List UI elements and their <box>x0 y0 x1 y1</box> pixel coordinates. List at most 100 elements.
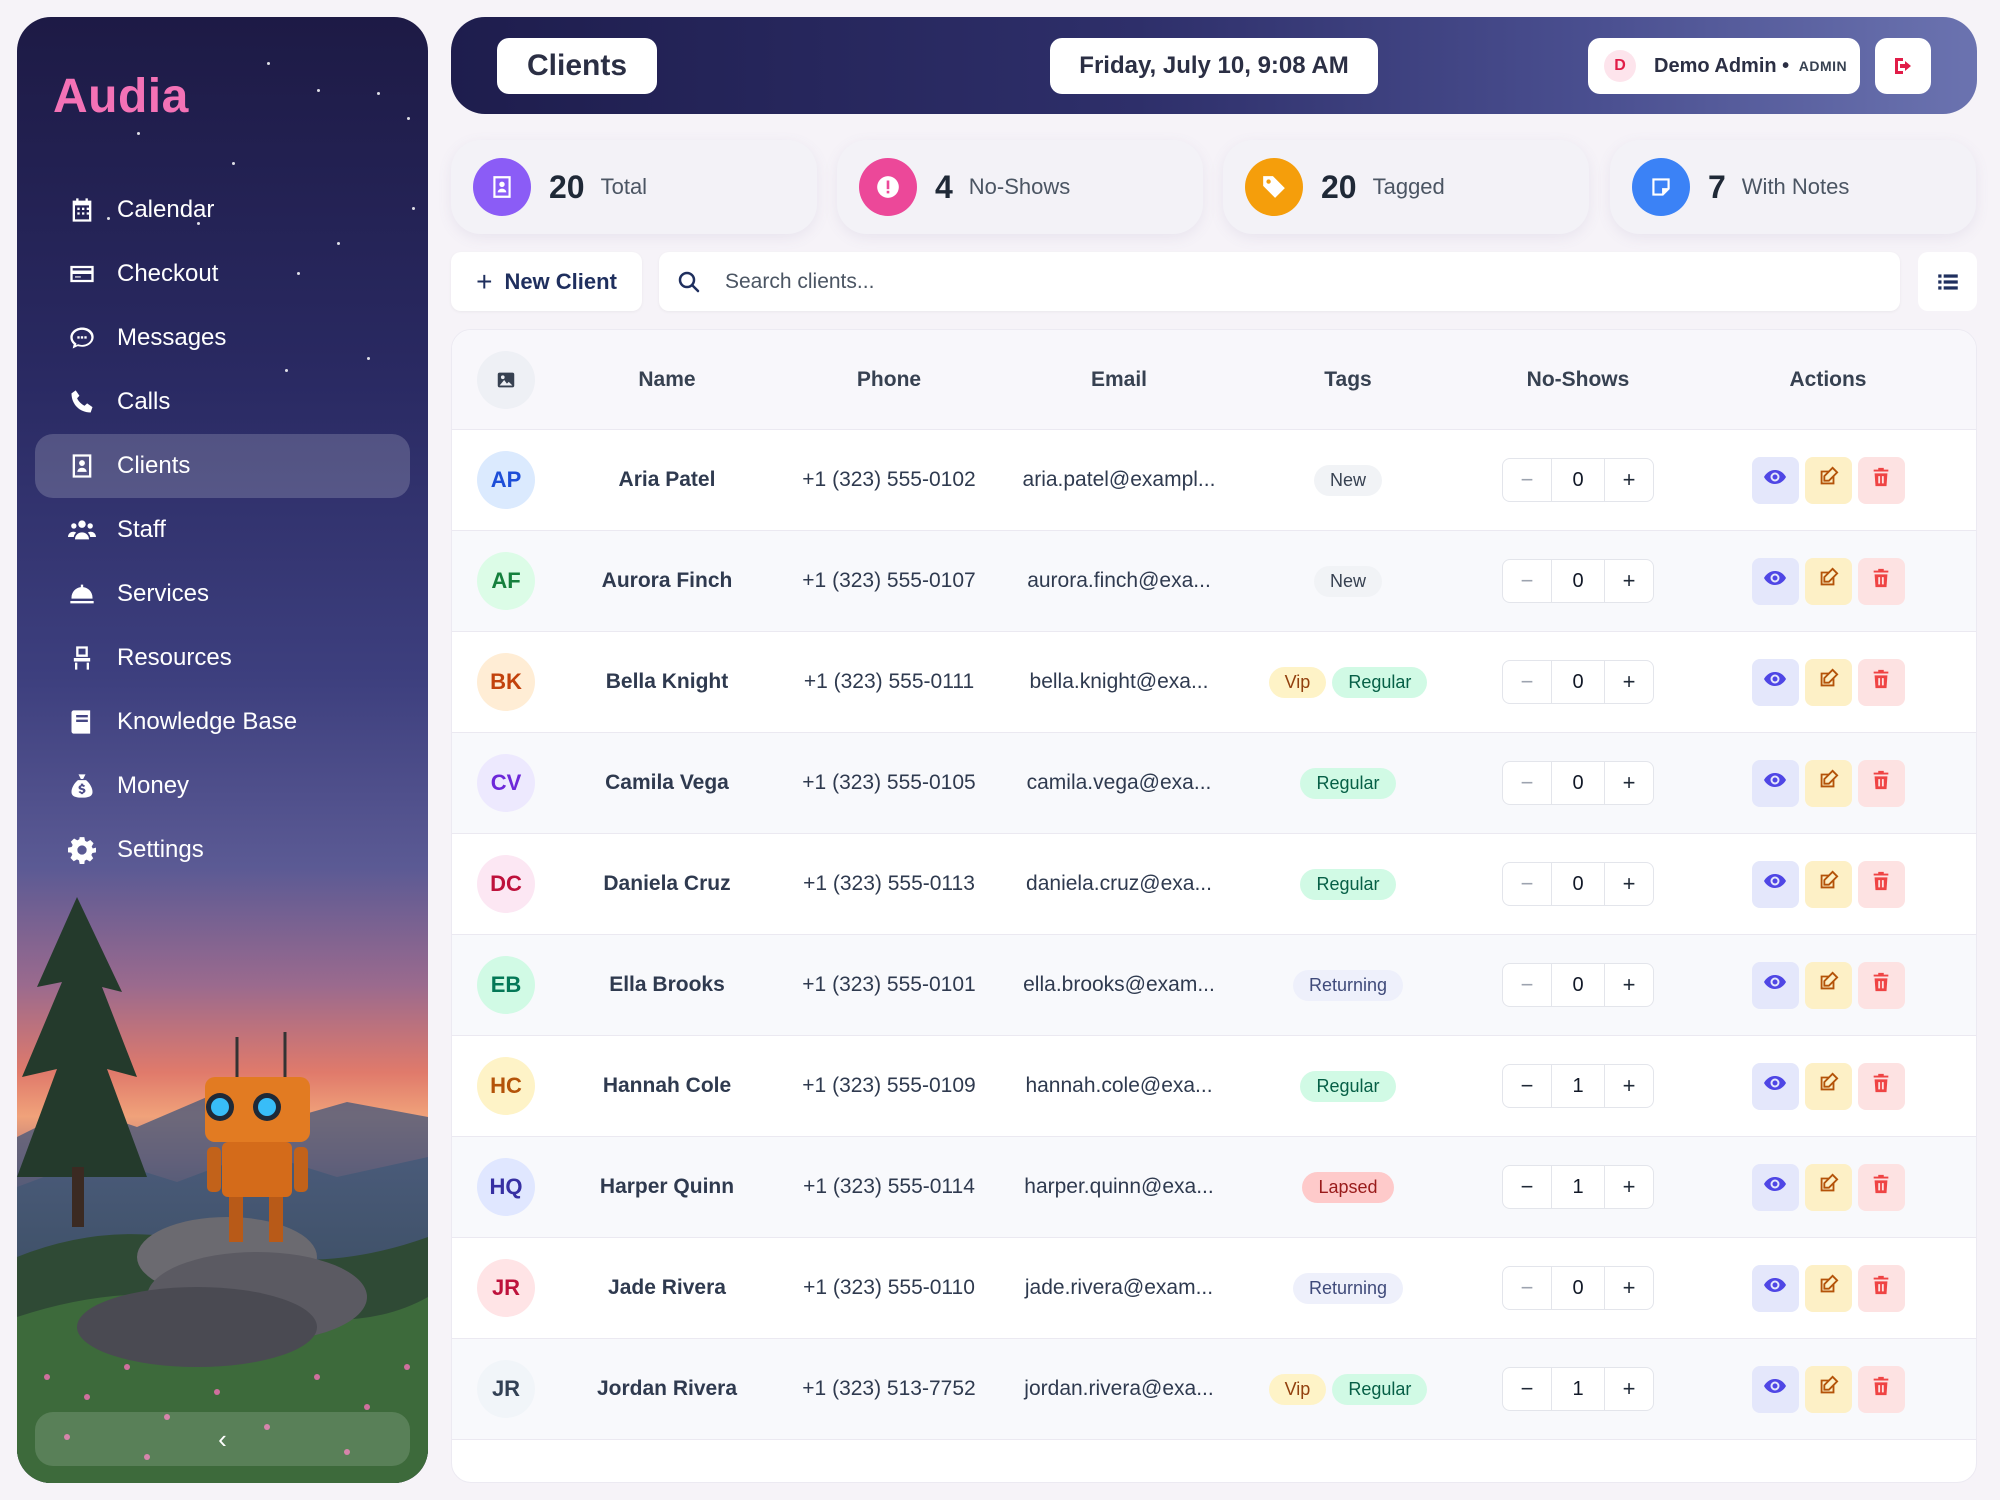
view-button[interactable] <box>1751 1163 1799 1211</box>
edit-button[interactable] <box>1804 759 1852 807</box>
view-button[interactable] <box>1751 1062 1799 1110</box>
table-row[interactable]: JR Jordan Rivera +1 (323) 513-7752 jorda… <box>452 1339 1976 1440</box>
view-button[interactable] <box>1751 759 1799 807</box>
decrement-button[interactable]: − <box>1503 964 1551 1006</box>
decrement-button[interactable]: − <box>1503 1065 1551 1107</box>
user-menu[interactable]: D Demo Admin • ADMIN <box>1588 38 1860 94</box>
edit-icon <box>1817 466 1839 494</box>
list-view-button[interactable] <box>1918 252 1977 311</box>
table-row[interactable]: CV Camila Vega +1 (323) 555-0105 camila.… <box>452 733 1976 834</box>
increment-button[interactable]: + <box>1605 1166 1653 1208</box>
sidebar-item-staff[interactable]: Staff <box>35 498 410 562</box>
decrement-button[interactable]: − <box>1503 560 1551 602</box>
increment-button[interactable]: + <box>1605 560 1653 602</box>
edit-button[interactable] <box>1804 557 1852 605</box>
table-row[interactable]: HC Hannah Cole +1 (323) 555-0109 hannah.… <box>452 1036 1976 1137</box>
edit-button[interactable] <box>1804 1264 1852 1312</box>
table-row[interactable]: DC Daniela Cruz +1 (323) 555-0113 daniel… <box>452 834 1976 935</box>
delete-button[interactable] <box>1857 1365 1905 1413</box>
sidebar-item-resources[interactable]: Resources <box>35 626 410 690</box>
edit-button[interactable] <box>1804 860 1852 908</box>
column-header-name[interactable]: Name <box>560 368 774 392</box>
client-phone: +1 (323) 555-0111 <box>803 670 975 693</box>
decrement-button[interactable]: − <box>1503 863 1551 905</box>
decrement-button[interactable]: − <box>1503 1267 1551 1309</box>
stat-card-no-shows[interactable]: 4 No-Shows <box>837 140 1203 234</box>
delete-button[interactable] <box>1857 456 1905 504</box>
credit-card-icon <box>67 259 97 289</box>
sidebar-item-calendar[interactable]: Calendar <box>35 178 410 242</box>
delete-button[interactable] <box>1857 1062 1905 1110</box>
client-name: Jade Rivera <box>608 1276 726 1299</box>
stat-card-with-notes[interactable]: 7 With Notes <box>1610 140 1976 234</box>
delete-button[interactable] <box>1857 1163 1905 1211</box>
view-button[interactable] <box>1751 1365 1799 1413</box>
view-button[interactable] <box>1751 1264 1799 1312</box>
eye-icon <box>1763 566 1787 596</box>
sidebar-item-money[interactable]: Money <box>35 754 410 818</box>
delete-button[interactable] <box>1857 759 1905 807</box>
column-header-tags[interactable]: Tags <box>1234 368 1462 392</box>
decrement-button[interactable]: − <box>1503 459 1551 501</box>
search-input[interactable] <box>725 269 1825 294</box>
delete-button[interactable] <box>1857 1264 1905 1312</box>
sidebar-item-calls[interactable]: Calls <box>35 370 410 434</box>
alert-icon <box>859 158 917 216</box>
increment-button[interactable]: + <box>1605 964 1653 1006</box>
sidebar-item-checkout[interactable]: Checkout <box>35 242 410 306</box>
money-bag-icon <box>67 771 97 801</box>
table-row[interactable]: BK Bella Knight +1 (323) 555-0111 bella.… <box>452 632 1976 733</box>
table-row[interactable]: EB Ella Brooks +1 (323) 555-0101 ella.br… <box>452 935 1976 1036</box>
column-header-email[interactable]: Email <box>1004 368 1234 392</box>
view-button[interactable] <box>1751 456 1799 504</box>
delete-button[interactable] <box>1857 961 1905 1009</box>
sidebar-item-services[interactable]: Services <box>35 562 410 626</box>
decrement-button[interactable]: − <box>1503 1368 1551 1410</box>
stat-card-tagged[interactable]: 20 Tagged <box>1223 140 1589 234</box>
client-email: aria.patel@exampl... <box>1022 468 1216 491</box>
trash-icon <box>1870 971 1892 999</box>
edit-button[interactable] <box>1804 1163 1852 1211</box>
logout-button[interactable] <box>1875 38 1931 94</box>
table-row[interactable]: AP Aria Patel +1 (323) 555-0102 aria.pat… <box>452 430 1976 531</box>
view-button[interactable] <box>1751 860 1799 908</box>
view-button[interactable] <box>1751 658 1799 706</box>
column-header-no-shows[interactable]: No-Shows <box>1462 368 1694 392</box>
increment-button[interactable]: + <box>1605 762 1653 804</box>
decrement-button[interactable]: − <box>1503 1166 1551 1208</box>
new-client-button[interactable]: + New Client <box>451 252 642 311</box>
increment-button[interactable]: + <box>1605 1065 1653 1107</box>
collapse-sidebar-button[interactable]: ‹ <box>35 1412 410 1466</box>
edit-button[interactable] <box>1804 1365 1852 1413</box>
increment-button[interactable]: + <box>1605 1267 1653 1309</box>
table-row[interactable]: AF Aurora Finch +1 (323) 555-0107 aurora… <box>452 531 1976 632</box>
increment-button[interactable]: + <box>1605 863 1653 905</box>
column-header-phone[interactable]: Phone <box>774 368 1004 392</box>
sidebar-item-clients[interactable]: Clients <box>35 434 410 498</box>
delete-button[interactable] <box>1857 557 1905 605</box>
edit-button[interactable] <box>1804 456 1852 504</box>
stat-card-total[interactable]: 20 Total <box>451 140 817 234</box>
sidebar-item-knowledge-base[interactable]: Knowledge Base <box>35 690 410 754</box>
increment-button[interactable]: + <box>1605 1368 1653 1410</box>
increment-button[interactable]: + <box>1605 661 1653 703</box>
star-decoration <box>267 62 270 65</box>
delete-button[interactable] <box>1857 658 1905 706</box>
contact-card-icon <box>67 451 97 481</box>
edit-button[interactable] <box>1804 658 1852 706</box>
edit-button[interactable] <box>1804 1062 1852 1110</box>
sidebar-item-messages[interactable]: Messages <box>35 306 410 370</box>
no-shows-value: 0 <box>1551 661 1605 703</box>
view-button[interactable] <box>1751 961 1799 1009</box>
table-row[interactable]: JR Jade Rivera +1 (323) 555-0110 jade.ri… <box>452 1238 1976 1339</box>
view-button[interactable] <box>1751 557 1799 605</box>
increment-button[interactable]: + <box>1605 459 1653 501</box>
table-row[interactable]: HQ Harper Quinn +1 (323) 555-0114 harper… <box>452 1137 1976 1238</box>
sidebar-item-settings[interactable]: Settings <box>35 818 410 882</box>
delete-button[interactable] <box>1857 860 1905 908</box>
edit-button[interactable] <box>1804 961 1852 1009</box>
edit-icon <box>1817 1375 1839 1403</box>
decrement-button[interactable]: − <box>1503 762 1551 804</box>
decrement-button[interactable]: − <box>1503 661 1551 703</box>
eye-icon <box>1763 1374 1787 1404</box>
